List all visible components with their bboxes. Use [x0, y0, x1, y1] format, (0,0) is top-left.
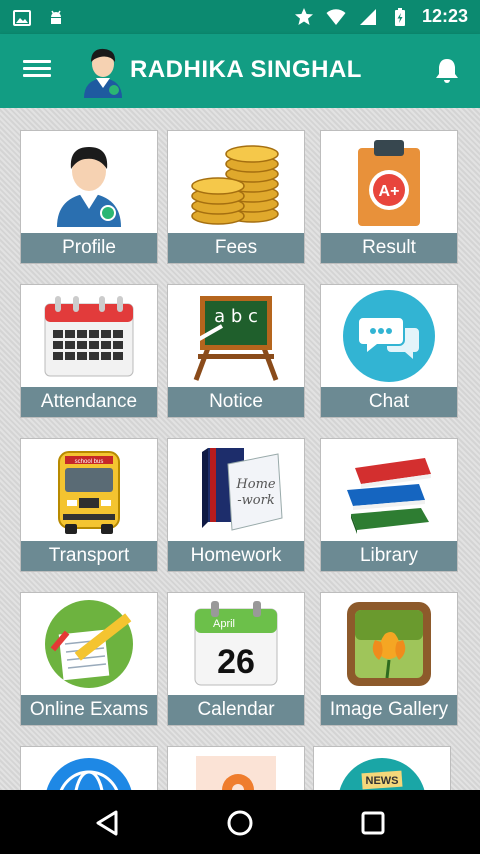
android-icon	[51, 10, 61, 24]
calendar-day: 26	[217, 643, 255, 681]
tile-label: Attendance	[21, 387, 157, 417]
tile-notice[interactable]: a b c Notice	[167, 284, 305, 418]
tile-online-exams[interactable]: Online Exams	[20, 592, 158, 726]
profile-icon	[57, 147, 121, 227]
photo-flower-icon	[347, 602, 431, 686]
homework-book-icon: Home -work	[202, 448, 283, 531]
image-icon	[13, 10, 31, 26]
books-stack-icon	[347, 458, 431, 534]
tile-label: Image Gallery	[321, 695, 457, 725]
tile-label: Calendar	[168, 695, 304, 725]
homework-line2: -work	[237, 493, 275, 508]
notice-letters: a b c	[214, 306, 258, 327]
tile-label: Online Exams	[21, 695, 157, 725]
back-icon[interactable]	[90, 806, 124, 840]
result-grade: A+	[379, 183, 400, 200]
tile-transport[interactable]: school bus Transport	[20, 438, 158, 572]
news-icon: NEWS	[339, 758, 425, 790]
app-bar: RADHIKA SINGHAL	[0, 34, 480, 108]
attendance-calendar-icon	[44, 296, 134, 377]
tile-result[interactable]: A+ Result	[320, 130, 458, 264]
tile-location[interactable]	[167, 746, 305, 790]
tile-label: Result	[321, 233, 457, 263]
school-bus-icon: school bus	[58, 451, 120, 534]
exam-paper-icon	[45, 600, 133, 688]
clock-time: 12:23	[421, 6, 468, 26]
recents-icon[interactable]	[356, 806, 390, 840]
tile-fees[interactable]: Fees	[167, 130, 305, 264]
tile-label: Fees	[168, 233, 304, 263]
tile-label: Notice	[168, 387, 304, 417]
calendar-date-icon: April 26	[194, 601, 278, 686]
tile-label: Homework	[168, 541, 304, 571]
tile-chat[interactable]: Chat	[320, 284, 458, 418]
navigation-bar	[0, 790, 480, 854]
tile-profile[interactable]: Profile	[20, 130, 158, 264]
tile-label: Transport	[21, 541, 157, 571]
notice-board-icon: a b c	[193, 296, 279, 381]
menu-icon[interactable]	[20, 56, 54, 86]
chat-bubble-icon	[343, 290, 435, 382]
tile-homework[interactable]: Home -work Homework	[167, 438, 305, 572]
signal-icon	[359, 8, 376, 25]
dashboard-grid: Profile Fees A+ Result Attendance a b c …	[0, 108, 480, 790]
tile-label: Profile	[21, 233, 157, 263]
calendar-month: April	[213, 618, 235, 630]
homework-line1: Home	[235, 477, 275, 492]
tile-news[interactable]: NEWS	[313, 746, 451, 790]
result-clipboard-icon: A+	[358, 140, 420, 226]
tile-calendar[interactable]: April 26 Calendar	[167, 592, 305, 726]
bus-sign: school bus	[75, 459, 104, 465]
bell-icon[interactable]	[432, 56, 462, 86]
battery-icon	[394, 7, 405, 26]
user-avatar-icon[interactable]	[78, 44, 128, 98]
globe-icon	[46, 758, 132, 790]
tile-image-gallery[interactable]: Image Gallery	[320, 592, 458, 726]
tile-label: Chat	[321, 387, 457, 417]
home-icon[interactable]	[223, 806, 257, 840]
tile-web[interactable]	[20, 746, 158, 790]
location-pin-icon	[196, 756, 276, 790]
star-icon	[294, 7, 313, 25]
status-bar: 12:23	[0, 0, 480, 34]
wifi-icon	[326, 8, 346, 25]
tile-library[interactable]: Library	[320, 438, 458, 572]
coins-icon	[191, 145, 279, 225]
page-title: RADHIKA SINGHAL	[130, 56, 362, 83]
tile-label: Library	[321, 541, 457, 571]
news-label: NEWS	[366, 775, 399, 787]
tile-attendance[interactable]: Attendance	[20, 284, 158, 418]
